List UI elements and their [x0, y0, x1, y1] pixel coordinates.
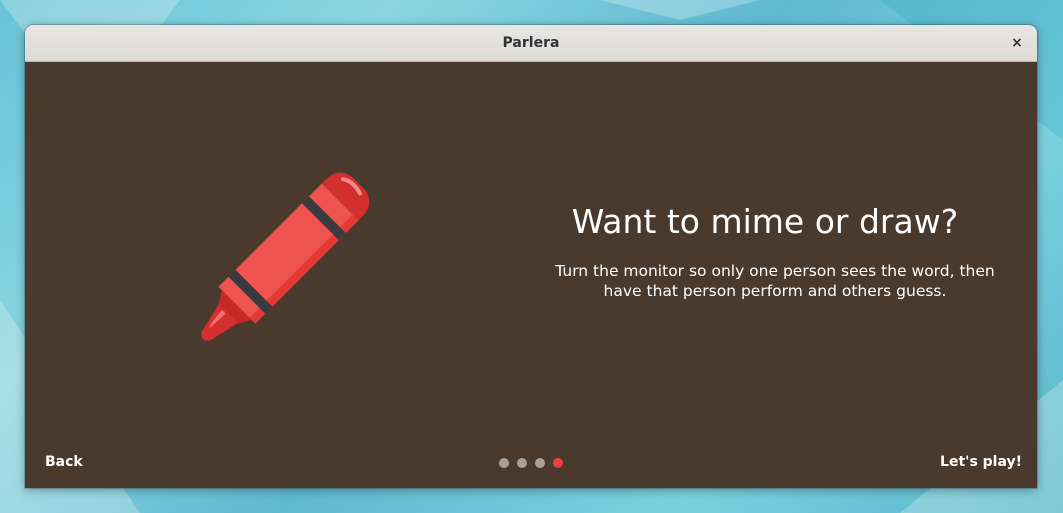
app-window: Parlera × Want to mime or draw? Turn the…	[25, 25, 1037, 488]
page-indicator	[499, 458, 563, 468]
back-button[interactable]: Back	[45, 454, 83, 470]
page-dot-2[interactable]	[517, 458, 527, 468]
slide-heading: Want to mime or draw?	[571, 202, 959, 241]
title-bar[interactable]: Parlera ×	[25, 25, 1037, 62]
window-title: Parlera	[502, 35, 560, 51]
onboarding-slide: Want to mime or draw? Turn the monitor s…	[25, 62, 1037, 488]
slide-description: Turn the monitor so only one person sees…	[555, 262, 995, 300]
crayon-icon	[201, 172, 370, 341]
page-dot-3[interactable]	[535, 458, 545, 468]
lets-play-button[interactable]: Let's play!	[940, 454, 1022, 470]
page-dot-1[interactable]	[499, 458, 509, 468]
close-button[interactable]: ×	[1005, 31, 1029, 55]
page-dot-4-active[interactable]	[553, 458, 563, 468]
close-icon: ×	[1011, 35, 1023, 51]
